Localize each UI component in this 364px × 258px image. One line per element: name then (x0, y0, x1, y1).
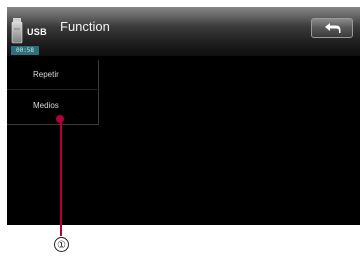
header-bar: USB 00:58 Function (7, 7, 360, 56)
callout-line (60, 118, 62, 236)
function-menu: Repetir Medios (7, 60, 99, 125)
menu-item-repeat[interactable]: Repetir (7, 60, 97, 90)
menu-item-label: Medios (33, 101, 59, 110)
source-label: USB (27, 27, 47, 37)
menu-item-media[interactable]: Medios (7, 91, 97, 121)
clock-display: 00:58 (11, 46, 39, 55)
page-title: Function (60, 19, 110, 34)
callout-number: ① (54, 237, 69, 252)
menu-item-label: Repetir (33, 70, 59, 79)
back-button[interactable] (311, 18, 353, 38)
back-arrow-icon (325, 23, 341, 33)
